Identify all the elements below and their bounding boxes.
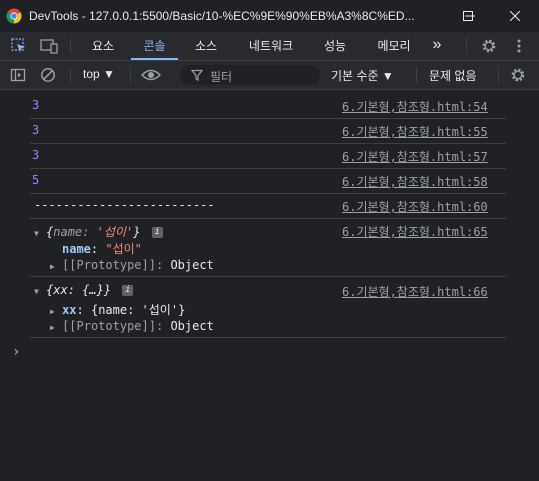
prototype-property[interactable]: ▶ [[Prototype]]: Object — [50, 319, 214, 333]
object-property[interactable]: ▶ xx: {name: '섭이'} — [50, 301, 185, 318]
log-levels-dropdown[interactable]: 기본 수준 ▼ — [331, 67, 394, 84]
object-property: name: "섭이" — [62, 242, 142, 256]
source-link[interactable]: 6.기본형,참조형.html:55 — [342, 123, 504, 140]
devtools-window: DevTools - 127.0.0.1:5500/Basic/10-%EC%9… — [0, 0, 539, 481]
context-selector[interactable]: top ▼ — [83, 67, 115, 81]
inspect-element-button[interactable] — [10, 37, 28, 55]
expand-triangle-icon: ▼ — [34, 287, 39, 296]
tab-sources[interactable]: 소스 — [186, 32, 226, 60]
console-toolbar: top ▼ 필터 기본 수준 ▼ 문제 없음 — [0, 61, 539, 90]
title-bar: DevTools - 127.0.0.1:5500/Basic/10-%EC%9… — [0, 0, 539, 32]
collapsed-triangle-icon: ▶ — [50, 262, 55, 271]
console-prompt[interactable]: › — [12, 344, 20, 360]
tab-divider — [70, 38, 71, 54]
gear-icon — [482, 39, 496, 53]
close-button[interactable] — [497, 0, 533, 32]
console-message: 5 6.기본형,참조형.html:58 — [30, 169, 506, 194]
prototype-property[interactable]: ▶ [[Prototype]]: Object — [50, 258, 214, 272]
console-message-object: ▼ {xx: {…}} i 6.기본형,참조형.html:66 ▶ xx: {n… — [30, 277, 506, 338]
settings-button[interactable] — [480, 37, 498, 55]
tab-elements[interactable]: 요소 — [84, 32, 122, 60]
live-expression-button[interactable] — [141, 66, 161, 84]
object-summary[interactable]: ▼ {xx: {…}} i — [34, 283, 134, 297]
info-icon: i — [151, 227, 163, 238]
inspect-cursor-icon — [11, 38, 25, 52]
source-link[interactable]: 6.기본형,참조형.html:60 — [342, 198, 504, 215]
log-value: 3 — [32, 148, 40, 162]
more-tabs-button[interactable]: » — [426, 32, 448, 60]
info-icon: i — [122, 285, 134, 296]
toolbar-divider — [70, 67, 71, 83]
kebab-menu-icon — [517, 39, 521, 53]
console-message: 3 6.기본형,참조형.html:55 — [30, 119, 506, 144]
tab-memory[interactable]: 메모리 — [368, 32, 420, 60]
eye-icon — [141, 69, 161, 81]
filter-icon — [191, 69, 203, 81]
object-summary[interactable]: ▼ {name: '섭이'} i — [34, 223, 163, 240]
source-link[interactable]: 6.기본형,참조형.html:66 — [342, 283, 504, 300]
tab-performance[interactable]: 성능 — [314, 32, 356, 60]
source-link[interactable]: 6.기본형,참조형.html:57 — [342, 148, 504, 165]
collapsed-triangle-icon: ▶ — [50, 323, 55, 332]
console-message: ------------------------- 6.기본형,참조형.html… — [30, 194, 506, 219]
console-settings-button[interactable] — [509, 66, 527, 84]
log-value: 5 — [32, 173, 40, 187]
window-title: DevTools - 127.0.0.1:5500/Basic/10-%EC%9… — [29, 9, 415, 23]
log-value: 3 — [32, 123, 40, 137]
console-message: 3 6.기본형,참조형.html:54 — [30, 94, 506, 119]
console-message: 3 6.기본형,참조형.html:57 — [30, 144, 506, 169]
console-output: 3 6.기본형,참조형.html:54 3 6.기본형,참조형.html:55 … — [0, 90, 539, 481]
chrome-logo-icon — [6, 8, 22, 24]
expand-triangle-icon: ▼ — [34, 229, 39, 238]
source-link[interactable]: 6.기본형,참조형.html:65 — [342, 223, 504, 240]
filter-placeholder: 필터 — [210, 70, 233, 84]
toolbar-divider — [130, 67, 131, 83]
console-message-object: ▼ {name: '섭이'} i 6.기본형,참조형.html:65 name:… — [30, 219, 506, 277]
device-icon — [40, 39, 58, 54]
tab-divider — [466, 38, 467, 54]
source-link[interactable]: 6.기본형,참조형.html:54 — [342, 98, 504, 115]
maximize-icon — [463, 11, 473, 21]
device-toolbar-button[interactable] — [40, 37, 58, 55]
clear-console-button[interactable] — [39, 66, 57, 84]
collapsed-triangle-icon: ▶ — [50, 307, 55, 316]
tab-console[interactable]: 콘솔 — [131, 32, 178, 60]
more-options-button[interactable] — [510, 37, 528, 55]
block-icon — [41, 68, 55, 82]
sidebar-icon — [10, 68, 26, 82]
tab-network[interactable]: 네트워크 — [238, 32, 304, 60]
log-text: ------------------------- — [34, 198, 215, 212]
toolbar-divider — [416, 67, 417, 83]
source-link[interactable]: 6.기본형,참조형.html:58 — [342, 173, 504, 190]
maximize-button-2[interactable] — [450, 0, 486, 32]
log-value: 3 — [32, 98, 40, 112]
gear-icon — [511, 68, 525, 82]
panel-tab-bar: 요소 콘솔 소스 네트워크 성능 메모리 » — [0, 32, 539, 61]
toggle-sidebar-button[interactable] — [9, 66, 27, 84]
close-icon — [510, 11, 520, 21]
filter-input[interactable]: 필터 — [180, 65, 320, 85]
toolbar-divider — [498, 67, 499, 83]
issues-counter[interactable]: 문제 없음 — [429, 67, 477, 84]
